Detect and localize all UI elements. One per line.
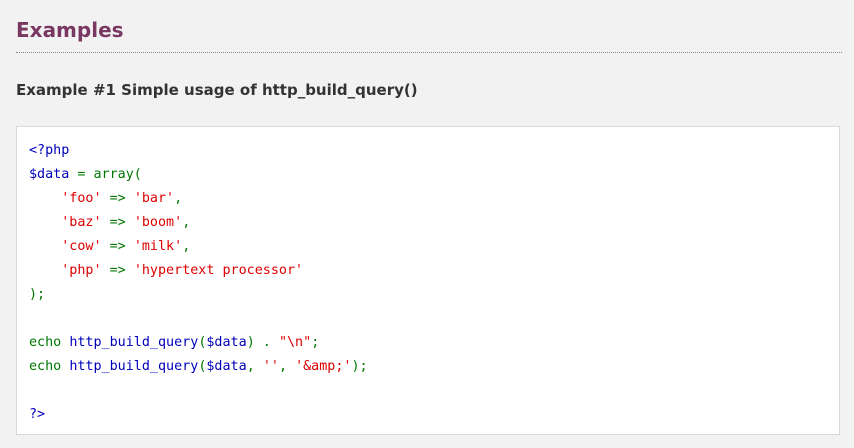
code-token: "\n" [278,335,312,350]
code-block: <?php $data = array( 'foo' => 'bar', 'baz… [29,139,368,427]
code-token: http_build_query [69,335,199,350]
code-token: ) . [246,335,279,350]
code-line: echo http_build_query($data) . "\n"; [29,331,368,355]
code-line: 'baz' => 'boom', [29,211,368,235]
code-token: echo [29,335,70,350]
code-token: => [101,191,134,206]
code-line: echo http_build_query($data, '', '&amp;'… [29,355,368,379]
code-line: 'cow' => 'milk', [29,235,368,259]
code-token: => [101,263,134,278]
code-token: 'hypertext processor' [133,263,304,278]
code-token: '&amp;' [295,359,352,374]
code-token: ; [311,335,320,350]
code-token: ?> [29,407,46,422]
code-token: ); [29,287,46,302]
section-divider [16,52,842,53]
code-token: 'foo' [61,191,102,206]
code-token: <?php [29,143,70,158]
code-token: $data [29,167,70,182]
code-token: 'cow' [61,239,102,254]
code-line: $data = array( [29,163,368,187]
code-token: 'bar' [133,191,175,206]
code-token: 'milk' [133,239,183,254]
code-token: '' [262,359,279,374]
code-line: 'php' => 'hypertext processor' [29,259,368,283]
code-line: ); [29,283,368,307]
code-token: $data [206,335,247,350]
code-token: echo [29,359,70,374]
code-token: 'boom' [133,215,183,230]
code-line: <?php [29,139,368,163]
code-token: , [182,239,191,254]
code-token: => [101,239,134,254]
code-token: => [101,215,134,230]
code-line: 'foo' => 'bar', [29,187,368,211]
code-token: $data [206,359,247,374]
example-title: Example #1 Simple usage of http_build_qu… [16,81,418,99]
code-token: , [174,191,183,206]
code-token: 'baz' [61,215,102,230]
code-token: ); [351,359,368,374]
code-line: ?> [29,403,368,427]
code-token: , [278,359,296,374]
section-title: Examples [16,18,124,42]
code-example-box: <?php $data = array( 'foo' => 'bar', 'baz… [16,126,840,435]
code-token: = array( [69,167,142,182]
code-token: , [182,215,191,230]
code-token: http_build_query [69,359,199,374]
code-token: 'php' [61,263,102,278]
code-token: , [246,359,263,374]
